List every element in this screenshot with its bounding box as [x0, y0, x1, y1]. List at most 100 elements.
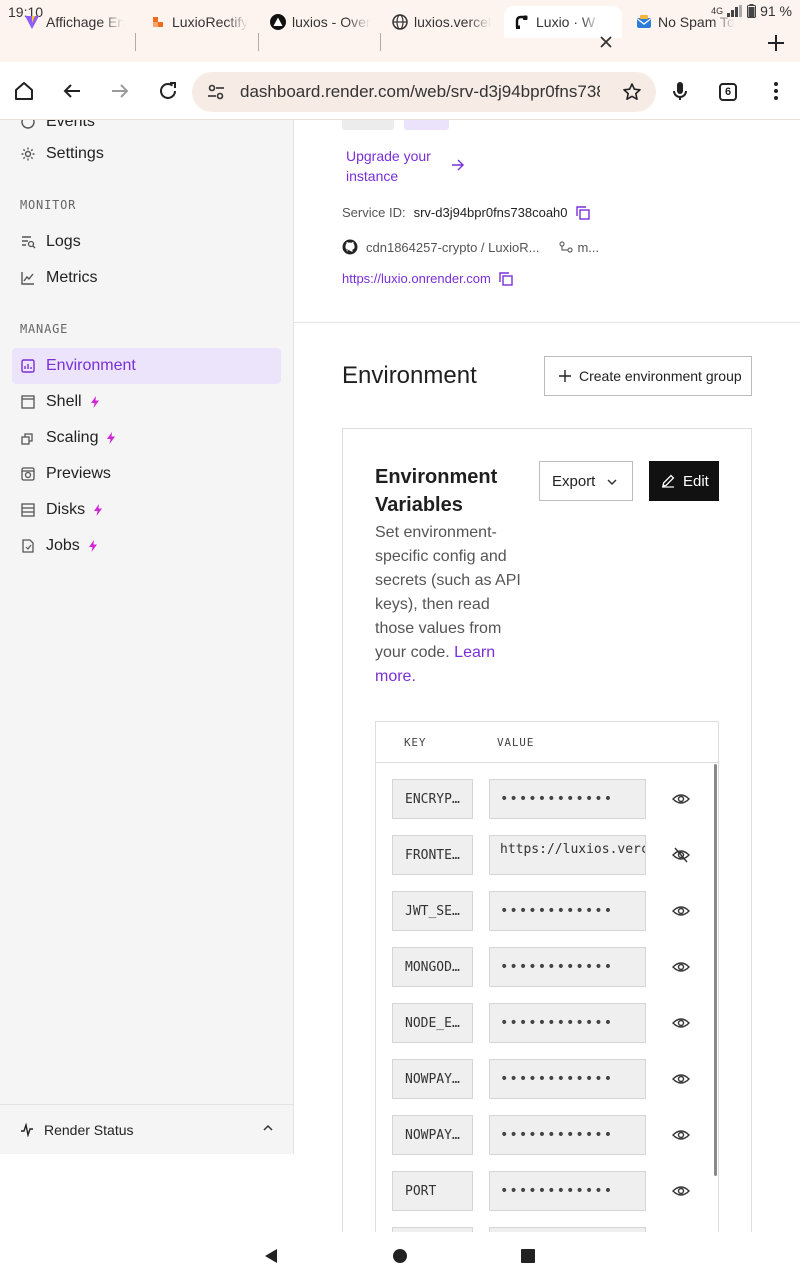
env-value-field[interactable]: ••••••••••••	[489, 779, 646, 819]
android-back-icon[interactable]	[263, 1248, 279, 1264]
forward-icon[interactable]	[108, 79, 132, 103]
show-value-eye-icon[interactable]	[672, 1127, 690, 1143]
show-value-eye-icon[interactable]	[672, 791, 690, 807]
tab-affichage[interactable]: Affichage En	[24, 6, 124, 38]
vite-favicon-icon	[24, 14, 40, 30]
env-var-row: NOWPAY… ••••••••••••	[392, 1115, 702, 1155]
service-id-label: Service ID:	[342, 205, 406, 220]
sidebar-item-scaling[interactable]: Scaling	[12, 420, 281, 456]
env-value-field[interactable]: ••••••••••••	[489, 1171, 646, 1211]
sidebar-item-settings[interactable]: Settings	[12, 136, 281, 172]
upgrade-instance-link[interactable]: Upgrade your instance	[346, 146, 446, 186]
lightning-icon	[94, 504, 103, 516]
tab-switcher-button[interactable]: 6	[719, 83, 737, 101]
env-var-row: NODE_E… ••••••••••••	[392, 1003, 702, 1043]
instance-option-selected[interactable]	[404, 120, 449, 130]
env-key-field[interactable]: JWT_SE…	[392, 891, 473, 931]
env-key-field[interactable]: NOWPAY…	[392, 1115, 473, 1155]
render-favicon-icon	[514, 14, 530, 30]
logs-icon	[20, 234, 36, 250]
hide-value-eye-off-icon[interactable]	[672, 847, 690, 863]
activity-icon	[21, 1122, 33, 1137]
android-home-icon[interactable]	[393, 1249, 407, 1263]
env-key-field[interactable]: NOWPAY…	[392, 1059, 473, 1099]
scaling-icon	[20, 430, 36, 446]
edit-button[interactable]: Edit	[649, 461, 719, 501]
env-key-field[interactable]: FRONTE…	[392, 835, 473, 875]
url-text[interactable]: dashboard.render.com/web/srv-d3j94bpr0fn…	[240, 82, 600, 102]
environment-heading: Environment	[342, 362, 477, 389]
branch-icon	[559, 241, 574, 253]
env-value-field[interactable]: ••••••••••••	[489, 1003, 646, 1043]
back-icon[interactable]	[60, 79, 84, 103]
reload-icon[interactable]	[156, 79, 180, 103]
show-value-eye-icon[interactable]	[672, 1015, 690, 1031]
copy-icon[interactable]	[575, 205, 590, 220]
repo-link[interactable]: cdn1864257-crypto / LuxioR...	[366, 240, 539, 255]
tab-luxiorectify[interactable]: LuxioRectify	[150, 6, 250, 38]
sidebar-item-metrics[interactable]: Metrics	[12, 260, 281, 296]
tab-no-spam[interactable]: No Spam To	[636, 6, 740, 38]
env-key-field[interactable]: ENCRYP…	[392, 779, 473, 819]
env-var-row: NOWPAY… ••••••••••••	[392, 1059, 702, 1099]
show-value-eye-icon[interactable]	[672, 903, 690, 919]
site-settings-icon[interactable]	[206, 82, 226, 102]
render-status-toggle[interactable]: Render Status	[0, 1104, 293, 1154]
gear-icon	[20, 146, 36, 162]
microphone-icon[interactable]	[668, 79, 692, 103]
show-value-eye-icon[interactable]	[672, 1183, 690, 1199]
section-divider	[294, 322, 800, 323]
sidebar-item-logs[interactable]: Logs	[12, 224, 281, 260]
column-header-value: VALUE	[497, 736, 535, 749]
export-dropdown[interactable]: Export	[539, 461, 633, 501]
environment-variables-card: Environment Variables Set environment-sp…	[342, 428, 752, 1232]
env-key-field[interactable]: PORT	[392, 1171, 473, 1211]
tab-separator	[135, 33, 136, 51]
env-value-field[interactable]: ••••••••••••	[489, 1059, 646, 1099]
header-divider	[376, 762, 718, 763]
mail-favicon-icon	[636, 14, 652, 30]
tab-luxios-vercel[interactable]: luxios.vercel	[392, 6, 492, 38]
sidebar-item-shell[interactable]: Shell	[12, 384, 281, 420]
address-bar[interactable]: dashboard.render.com/web/srv-d3j94bpr0fn…	[192, 72, 656, 112]
env-value-field[interactable]: ••••••••••••	[489, 1115, 646, 1155]
service-url-link[interactable]: https://luxio.onrender.com	[342, 271, 491, 286]
bookmark-star-icon[interactable]	[622, 82, 642, 102]
env-key-field[interactable]: MONGOD…	[392, 947, 473, 987]
env-value-field[interactable]: ••••••••••••	[489, 891, 646, 931]
instance-option[interactable]	[342, 120, 394, 130]
env-key-field[interactable]: NODE_E…	[392, 1003, 473, 1043]
environment-icon	[20, 358, 36, 374]
table-scrollbar[interactable]	[714, 764, 717, 1176]
metrics-icon	[20, 270, 36, 286]
tab-separator	[380, 33, 381, 51]
env-value-field[interactable]: https://luxios.vercel.app	[489, 835, 646, 875]
card-title: Environment Variables	[375, 466, 498, 516]
battery-level: 91 %	[760, 3, 792, 19]
show-value-eye-icon[interactable]	[672, 959, 690, 975]
tab-separator	[258, 33, 259, 51]
sidebar-item-environment[interactable]: Environment	[12, 348, 281, 384]
sidebar-item-previews[interactable]: Previews	[12, 456, 281, 492]
service-id-row: Service ID: srv-d3j94bpr0fns738coah0	[342, 205, 590, 220]
more-menu-icon[interactable]	[764, 79, 788, 103]
main-content: Upgrade your instance Service ID: srv-d3…	[294, 120, 800, 1232]
monitor-section-title: MONITOR	[20, 198, 77, 212]
column-header-key: KEY	[404, 736, 427, 749]
shell-icon	[20, 394, 36, 410]
orange-favicon-icon	[150, 14, 166, 30]
close-tab-icon[interactable]	[598, 34, 614, 50]
globe-favicon-icon	[392, 14, 408, 30]
show-value-eye-icon[interactable]	[672, 1071, 690, 1087]
sidebar-item-jobs[interactable]: Jobs	[12, 528, 281, 564]
create-environment-group-button[interactable]: Create environment group	[544, 356, 752, 396]
android-recents-icon[interactable]	[521, 1249, 535, 1263]
new-tab-icon[interactable]	[764, 31, 788, 55]
env-value-field[interactable]: ••••••••••••	[489, 947, 646, 987]
copy-icon[interactable]	[499, 271, 513, 286]
tab-luxios-overview[interactable]: luxios - Over	[270, 6, 370, 38]
android-navigation-bar	[0, 1232, 800, 1280]
branch-name: m...	[577, 239, 600, 255]
home-icon[interactable]	[12, 79, 36, 103]
sidebar-item-disks[interactable]: Disks	[12, 492, 281, 528]
